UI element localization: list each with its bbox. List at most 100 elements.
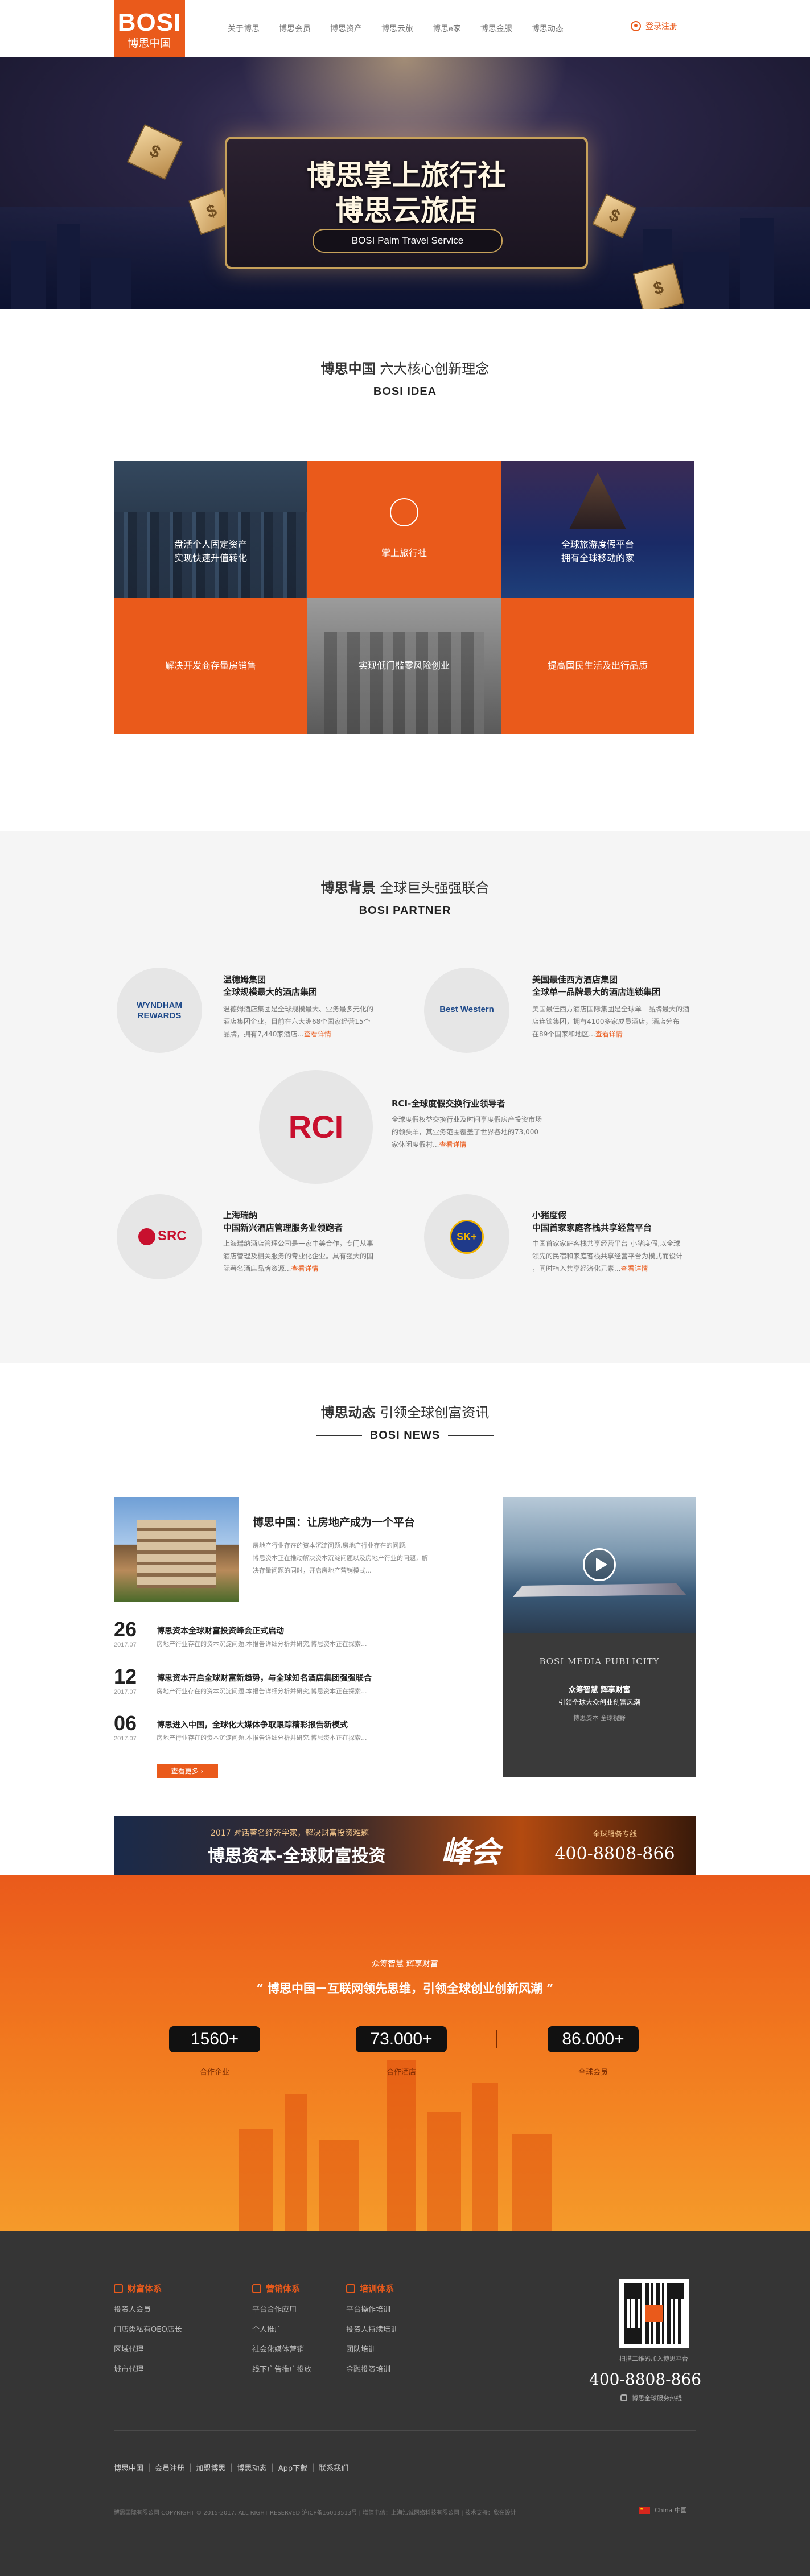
partner-name: 上海瑞纳 中国新兴酒店管理服务业领跑者 bbox=[223, 1209, 343, 1234]
news-feature-title[interactable]: 博思中国：让房地产成为一个平台 bbox=[253, 1514, 415, 1529]
idea-tile-line1: 实现低门槛零风险创业 bbox=[358, 660, 450, 671]
people-icon bbox=[114, 2283, 123, 2293]
hero-banner[interactable]: $ $ $ $ 博思掌上旅行社 博思云旅店 BOSI Palm Travel S… bbox=[0, 57, 810, 309]
nav-ehome[interactable]: 博思e家 bbox=[433, 23, 461, 34]
nav-about[interactable]: 关于博思 bbox=[228, 23, 260, 34]
footer-link[interactable]: 个人推广 bbox=[252, 2323, 311, 2334]
news-title-rest: 引领全球创富资讯 bbox=[380, 1405, 490, 1421]
news-more-button[interactable]: 查看更多 › bbox=[157, 1764, 218, 1778]
footer-link[interactable]: 社会化媒体营销 bbox=[252, 2343, 311, 2354]
media-title-en: BOSI MEDIA PUBLICITY bbox=[539, 1656, 660, 1666]
partner-desc: 美国最佳西方酒店国际集团是全球单一品牌最大的酒 店连锁集团，拥有4100多家成员… bbox=[532, 1003, 709, 1040]
partner-more-link[interactable]: 查看详情 bbox=[439, 1141, 466, 1149]
news-day: 06 bbox=[114, 1711, 137, 1735]
summit-ad-banner[interactable]: 2017 对话著名经济学家，解决财富投资难题 博思资本-全球财富投资 峰会 全球… bbox=[114, 1816, 696, 1877]
idea-tile-line1: 提高国民生活及出行品质 bbox=[547, 660, 648, 671]
news-feature-image[interactable] bbox=[114, 1497, 239, 1602]
nav-news[interactable]: 博思动态 bbox=[532, 23, 564, 34]
partner-name: 小猪度假 中国首家家庭客栈共享经营平台 bbox=[532, 1209, 652, 1234]
region-selector[interactable]: ★ China 中国 bbox=[639, 2505, 687, 2515]
logo-en: BOSI bbox=[117, 9, 182, 36]
banner-title-2: 博思云旅店 bbox=[335, 194, 478, 227]
idea-tile-line1: 盘活个人固定资产 bbox=[174, 539, 247, 550]
nav-assets[interactable]: 博思资产 bbox=[330, 23, 362, 34]
footer-bar-link[interactable]: 联系我们 bbox=[319, 2462, 348, 2473]
footer-bar-link[interactable]: 博思中国 bbox=[114, 2462, 143, 2473]
footer-bar-link[interactable]: App下载 bbox=[278, 2462, 307, 2473]
user-icon bbox=[631, 21, 641, 31]
footer-link[interactable]: 城市代理 bbox=[114, 2363, 182, 2374]
stat-label: 合作企业 bbox=[199, 2068, 229, 2077]
partner-desc: 温德姆酒店集团是全球规模最大、业务最多元化的 酒店集团企业，目前在六大洲68个国… bbox=[223, 1003, 400, 1040]
news-item-desc: 房地产行业存在的资本沉淀问题,本报告详细分析并研究,博思资本正在探索... bbox=[157, 1688, 367, 1695]
banner-subtitle: BOSI Palm Travel Service bbox=[313, 229, 503, 253]
footer-link[interactable]: 区域代理 bbox=[114, 2343, 182, 2354]
nav-finance[interactable]: 博思金服 bbox=[480, 23, 512, 34]
footer-link[interactable]: 金融投资培训 bbox=[346, 2363, 398, 2374]
idea-tile-line1: 解决开发商存量房销售 bbox=[165, 660, 256, 671]
ad-phone: 400-8808-866 bbox=[554, 1844, 675, 1864]
site-header: BOSI 博思中国 关于博思 博思会员 博思资产 博思云旅 博思e家 博思金服 … bbox=[0, 0, 810, 57]
partner-name-2: 全球单一品牌最大的酒店连锁集团 bbox=[532, 987, 661, 997]
partner-section-title: 博思背景 全球巨头强强联合 BOSI PARTNER bbox=[0, 877, 810, 917]
partner-more-link[interactable]: 查看详情 bbox=[291, 1265, 318, 1273]
footer-bar-link[interactable]: 博思动态 bbox=[237, 2462, 267, 2473]
idea-title-en: BOSI IDEA bbox=[0, 385, 810, 398]
login-register-button[interactable]: 登录注册 bbox=[631, 20, 677, 32]
idea-tile-startup[interactable]: 实现低门槛零风险创业 bbox=[307, 598, 501, 734]
play-icon[interactable] bbox=[583, 1548, 616, 1581]
footer-link[interactable]: 平台操作培训 bbox=[346, 2303, 398, 2314]
wyndham-logo[interactable]: WYNDHAM REWARDS bbox=[117, 968, 202, 1053]
nav-member[interactable]: 博思会员 bbox=[279, 23, 311, 34]
footer-link[interactable]: 投资人持续培训 bbox=[346, 2323, 398, 2334]
banner-plaque: 博思掌上旅行社 博思云旅店 BOSI Palm Travel Service bbox=[225, 137, 588, 269]
footer-link[interactable]: 平台合作应用 bbox=[252, 2303, 311, 2314]
partner-name-1: 上海瑞纳 bbox=[223, 1210, 258, 1220]
footer-link[interactable]: 团队培训 bbox=[346, 2343, 398, 2354]
best-western-logo-text: Best Western bbox=[439, 1005, 494, 1014]
news-day: 26 bbox=[114, 1618, 137, 1641]
nav-cloud-travel[interactable]: 博思云旅 bbox=[381, 23, 413, 34]
footer-col-title: 营销体系 bbox=[266, 2283, 301, 2294]
news-year-month: 2017.07 bbox=[114, 1641, 137, 1648]
media-line-1: 众筹智慧 辉享财富 bbox=[568, 1686, 631, 1694]
best-western-logo[interactable]: Best Western bbox=[424, 968, 509, 1053]
idea-tile-palm-travel[interactable]: 掌上旅行社 bbox=[307, 461, 501, 598]
src-logo-text: SRC bbox=[158, 1228, 187, 1244]
footer-link[interactable]: 门店类私有OEO店长 bbox=[114, 2323, 182, 2334]
brand-logo[interactable]: BOSI 博思中国 bbox=[114, 0, 185, 57]
phone-icon bbox=[620, 2394, 627, 2401]
footer-phone: 400-8808-866 bbox=[589, 2370, 702, 2389]
news-item-title[interactable]: 博思资本全球财富投资峰会正式启动 bbox=[157, 1625, 284, 1636]
media-video-thumbnail[interactable] bbox=[503, 1497, 696, 1633]
rci-logo[interactable]: RCI bbox=[259, 1070, 373, 1184]
partner-name-2: 中国新兴酒店管理服务业领跑者 bbox=[223, 1223, 343, 1233]
partner-desc-line: 店连锁集团，拥有4100多家成员酒店，酒店分布 bbox=[532, 1018, 680, 1026]
idea-tile-line2: 实现快速升值转化 bbox=[174, 553, 247, 563]
idea-tile-developer[interactable]: 解决开发商存量房销售 bbox=[114, 598, 307, 734]
partner-desc-line: 的领头羊，其业务范围覆盖了世界各地的73,000 bbox=[392, 1128, 538, 1136]
idea-tile-global-vacation[interactable]: 全球旅游度假平台 拥有全球移动的家 bbox=[501, 461, 694, 598]
footer-bar-link[interactable]: 加盟博思 bbox=[196, 2462, 225, 2473]
idea-tile-assets[interactable]: 盘活个人固定资产 实现快速升值转化 bbox=[114, 461, 307, 598]
partner-name-1: 小猪度假 bbox=[532, 1210, 567, 1220]
footer-link[interactable]: 线下广告推广投放 bbox=[252, 2363, 311, 2374]
xiaozhu-logo[interactable]: SK+ bbox=[424, 1194, 509, 1279]
news-item-title[interactable]: 博思资本开启全球财富新趋势，与全球知名酒店集团强强联合 bbox=[157, 1672, 372, 1684]
stat-divider bbox=[496, 2030, 497, 2048]
footer-link[interactable]: 投资人会员 bbox=[114, 2303, 182, 2314]
partner-more-link[interactable]: 查看详情 bbox=[304, 1030, 331, 1038]
src-logo[interactable]: SRC bbox=[117, 1194, 202, 1279]
region-label: China 中国 bbox=[655, 2507, 687, 2514]
partner-desc: 上海瑞纳酒店管理公司是一家中美合作，专门从事 酒店管理及相关服务的专业化企业。具… bbox=[223, 1237, 400, 1275]
idea-tile-quality[interactable]: 提高国民生活及出行品质 bbox=[501, 598, 694, 734]
footer-phone-caption-row: 博思全球服务热线 bbox=[620, 2393, 682, 2402]
partner-desc-line: 际著名酒店品牌资源... bbox=[223, 1265, 291, 1273]
news-item-title[interactable]: 博思进入中国，全球化大媒体争取跟踪精彩报告新模式 bbox=[157, 1719, 348, 1730]
partner-more-link[interactable]: 查看详情 bbox=[620, 1265, 648, 1273]
news-more-label: 查看更多 bbox=[171, 1767, 199, 1775]
partner-more-link[interactable]: 查看详情 bbox=[595, 1030, 623, 1038]
footer-copyright: 博思国际有限公司 COPYRIGHT © 2015-2017, ALL RIGH… bbox=[114, 2510, 516, 2516]
footer-bar-link[interactable]: 会员注册 bbox=[155, 2462, 184, 2473]
ad-hotline-label: 全球服务专线 bbox=[592, 1830, 637, 1839]
